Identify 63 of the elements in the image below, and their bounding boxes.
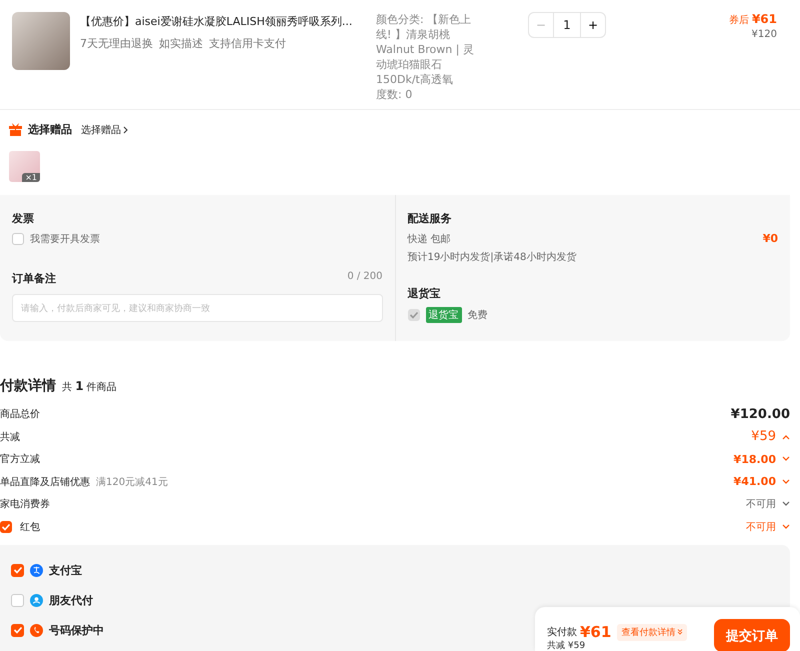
chevron-icon: [123, 126, 128, 134]
price-row-label: 单品直降及店铺优惠 满120元减41元: [0, 476, 168, 489]
view-details-link[interactable]: 查看付款详情: [617, 624, 688, 640]
checkbox[interactable]: [11, 594, 24, 606]
price-row-label: 商品总价: [0, 408, 40, 422]
delivery-method: 快递 包邮: [408, 232, 451, 246]
gift-photo-placeholder[interactable]: ×1: [9, 151, 40, 182]
final-price: ¥61: [752, 12, 777, 26]
original-price: ¥120: [750, 29, 777, 40]
checkbox[interactable]: [11, 624, 24, 636]
choose-gift-link[interactable]: 选择赠品: [81, 122, 128, 136]
section-title: 发票: [12, 211, 35, 226]
section-title: 配送服务: [408, 211, 452, 226]
checkbox[interactable]: [0, 520, 12, 533]
fee-note: 免费: [468, 308, 488, 322]
product-spec: 颜色分类: 【新色上线! 】清泉胡桃Walnut Brown | 灵动琥珀猫眼石150Dk/t高透氧: [376, 12, 475, 87]
discount-summary: 共减 ¥59: [547, 641, 586, 651]
total-amount: ¥61: [580, 623, 612, 641]
delivery-price: ¥0: [762, 232, 778, 246]
phone-icon: [30, 624, 43, 636]
price-row-value: 不可用: [746, 520, 776, 534]
price-row-label: 红包: [20, 520, 40, 534]
option-label: 支付宝: [49, 562, 82, 578]
person-icon: [30, 594, 43, 606]
option-label: 号码保护中: [49, 622, 104, 638]
section-title: 退货宝: [408, 286, 442, 301]
character-counter: 0 / 200: [347, 271, 382, 284]
item-count: 共 1 件商品: [62, 379, 117, 394]
price-row-value: 不可用: [746, 498, 776, 512]
chevron-icon[interactable]: [782, 456, 790, 462]
price-row-label: 家电消费券: [0, 498, 50, 512]
gift-count: ×1: [22, 173, 40, 182]
total-label: 实付款: [547, 626, 577, 639]
gift-icon: [9, 123, 22, 136]
service-tag: 如实描述: [159, 36, 203, 51]
price-row-value: ¥120.00: [730, 406, 790, 422]
checkbox[interactable]: [12, 233, 24, 245]
chevron-icon[interactable]: [782, 524, 790, 530]
quantity-field[interactable]: 1: [553, 13, 581, 37]
product-title[interactable]: 【优惠价】aisei爱谢硅水凝胶LALISH领丽秀呼吸系列...: [80, 14, 370, 29]
price-label: 券后: [728, 14, 749, 27]
double-chevron-icon: [677, 629, 684, 635]
delivery-estimate: 预计19小时内发货|承诺48小时内发货: [408, 250, 578, 264]
invoice-option-label[interactable]: 我需要开具发票: [30, 232, 100, 246]
product-degree: 度数: 0: [376, 87, 414, 102]
product-photo-placeholder: [12, 12, 70, 70]
option-label: 朋友代付: [49, 592, 93, 608]
price-row-value: ¥18.00: [734, 452, 776, 466]
return-insurance-tag: 退货宝: [426, 307, 462, 323]
price-row-label: 共减: [0, 430, 20, 444]
section-title: 选择赠品: [28, 122, 72, 137]
chevron-icon[interactable]: [782, 478, 790, 485]
section-title: 订单备注: [12, 271, 56, 286]
price-row-value: ¥59: [751, 429, 776, 444]
chevron-icon[interactable]: [782, 501, 790, 508]
price-row-label: 官方立减: [0, 452, 40, 466]
increment-button[interactable]: +: [581, 13, 605, 37]
service-tag: 支持信用卡支付: [209, 36, 286, 51]
checkbox[interactable]: [11, 564, 24, 576]
price-row-value: ¥41.00: [734, 475, 776, 488]
service-tag: 7天无理由退换: [80, 36, 153, 51]
submit-order-button[interactable]: 提交订单: [714, 619, 790, 651]
chevron-icon[interactable]: [782, 434, 790, 440]
